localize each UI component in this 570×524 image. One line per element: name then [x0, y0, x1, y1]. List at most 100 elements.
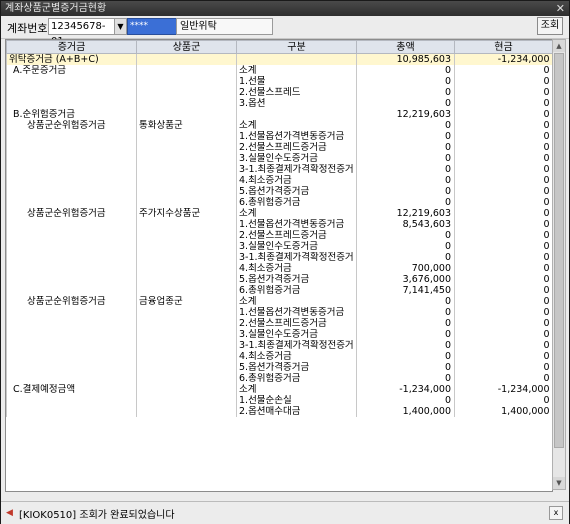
table-row[interactable]: 5.옵션가격증거금 3,676,000 0 [6, 274, 552, 285]
table-row[interactable]: 1.선물순손실 0 0 [6, 395, 552, 406]
table-row[interactable]: 1.선물옵션가격변동증거금 0 0 [6, 131, 552, 142]
cell-cash: 0 [454, 142, 552, 153]
cell-product-group [136, 362, 237, 373]
table-row[interactable]: 3.실물인수도증거금 0 0 [6, 153, 552, 164]
cell-category: 2.선물스프레드증거금 [236, 230, 357, 241]
table-row[interactable]: 6.총위험증거금 0 0 [6, 373, 552, 384]
table-row[interactable]: 5.옵션가격증거금 0 0 [6, 186, 552, 197]
cell-product-group [136, 406, 237, 417]
cell-product-group [136, 186, 237, 197]
cell-category: 3.옵션 [236, 98, 357, 109]
table-row[interactable]: 3.옵션 0 0 [6, 98, 552, 109]
cell-category: 3.실물인수도증거금 [236, 241, 357, 252]
cell-category: 5.옵션가격증거금 [236, 186, 357, 197]
cell-category: 5.옵션가격증거금 [236, 362, 357, 373]
margin-table: 증거금 상품군 구분 총액 현금 위탁증거금 (A+B+C) 10,985,603… [5, 39, 553, 492]
cell-product-group [136, 384, 237, 395]
cell-cash: 0 [454, 219, 552, 230]
cell-margin-type [6, 252, 137, 263]
table-row[interactable]: 3.실물인수도증거금 0 0 [6, 329, 552, 340]
close-icon[interactable]: ✕ [556, 1, 565, 16]
cell-total: 0 [356, 65, 455, 76]
table-row[interactable]: 1.선물옵션가격변동증거금 0 0 [6, 307, 552, 318]
table-row[interactable]: 1.선물 0 0 [6, 76, 552, 87]
table-row[interactable]: 3-1.최종결제가격확정전증거 0 0 [6, 340, 552, 351]
cell-product-group [136, 285, 237, 296]
cell-margin-type [6, 197, 137, 208]
table-row[interactable]: 4.최소증거금 0 0 [6, 351, 552, 362]
speaker-icon: ◀ [6, 508, 13, 518]
scroll-up-icon[interactable]: ▲ [553, 40, 565, 52]
cell-product-group [136, 65, 237, 76]
table-row[interactable]: 1.선물옵션가격변동증거금 8,543,603 0 [6, 219, 552, 230]
account-dropdown-button[interactable]: ▼ [114, 18, 127, 35]
cell-category: 5.옵션가격증거금 [236, 274, 357, 285]
cell-category: 4.최소증거금 [236, 351, 357, 362]
cell-margin-type: C.결제예정금액 [6, 384, 137, 395]
cell-cash: 0 [454, 296, 552, 307]
cell-margin-type: 상품군순위험증거금 [6, 120, 137, 131]
vertical-scrollbar[interactable]: ▲ ▼ [552, 39, 566, 490]
table-row[interactable]: 3-1.최종결제가격확정전증거 0 0 [6, 164, 552, 175]
cell-category: 소계 [236, 296, 357, 307]
column-header[interactable]: 현금 [454, 40, 552, 54]
scroll-down-icon[interactable]: ▼ [553, 477, 565, 489]
cell-category [236, 109, 357, 120]
table-row[interactable]: 위탁증거금 (A+B+C) 10,985,603 -1,234,000 [6, 53, 552, 65]
table-row[interactable]: 2.선물스프레드증거금 0 0 [6, 230, 552, 241]
account-number-field[interactable]: 12345678-01 [48, 18, 116, 47]
table-row[interactable]: 3.실물인수도증거금 0 0 [6, 241, 552, 252]
column-header[interactable]: 상품군 [136, 40, 237, 54]
table-row[interactable]: 2.옵션매수대금 1,400,000 1,400,000 [6, 406, 552, 417]
cell-total: 10,985,603 [356, 53, 455, 65]
cell-margin-type: 상품군순위험증거금 [6, 296, 137, 307]
cell-category: 1.선물옵션가격변동증거금 [236, 307, 357, 318]
cell-product-group [136, 109, 237, 120]
cell-product-group [136, 76, 237, 87]
cell-margin-type [6, 362, 137, 373]
cell-category: 6.총위험증거금 [236, 285, 357, 296]
cell-total: 0 [356, 175, 455, 186]
table-row[interactable]: 2.선물스프레드 0 0 [6, 87, 552, 98]
table-row[interactable]: 2.선물스프레드증거금 0 0 [6, 142, 552, 153]
table-row[interactable]: 5.옵션가격증거금 0 0 [6, 362, 552, 373]
table-row[interactable]: 3-1.최종결제가격확정전증거 0 0 [6, 252, 552, 263]
status-close-icon[interactable]: x [549, 506, 563, 520]
scroll-thumb[interactable] [554, 53, 564, 448]
cell-total: 0 [356, 329, 455, 340]
cell-category: 2.선물스프레드 [236, 87, 357, 98]
cell-category: 6.총위험증거금 [236, 373, 357, 384]
query-button[interactable]: 조회 [537, 17, 563, 35]
column-header[interactable]: 구분 [236, 40, 357, 54]
cell-total: 0 [356, 87, 455, 98]
table-row[interactable]: 상품군순위험증거금 통화상품군 소계 0 0 [6, 120, 552, 131]
table-row[interactable]: 4.최소증거금 700,000 0 [6, 263, 552, 274]
cell-product-group [136, 142, 237, 153]
table-row[interactable]: A.주문증거금 소계 0 0 [6, 65, 552, 76]
table-row[interactable]: 상품군순위험증거금 주가지수상품군 소계 12,219,603 0 [6, 208, 552, 219]
cell-total: 700,000 [356, 263, 455, 274]
cell-cash: 0 [454, 175, 552, 186]
table-row[interactable]: C.결제예정금액 소계 -1,234,000 -1,234,000 [6, 384, 552, 395]
cell-cash: 0 [454, 395, 552, 406]
cell-margin-type: A.주문증거금 [6, 65, 137, 76]
table-row[interactable]: 6.총위험증거금 7,141,450 0 [6, 285, 552, 296]
table-row[interactable]: B.순위험증거금 12,219,603 0 [6, 109, 552, 120]
cell-product-group [136, 252, 237, 263]
cell-cash: 0 [454, 362, 552, 373]
column-header[interactable]: 총액 [356, 40, 455, 54]
cell-product-group [136, 175, 237, 186]
cell-total: 3,676,000 [356, 274, 455, 285]
title-bar: 계좌상품군별증거금현황 ✕ [1, 1, 569, 16]
cell-category: 3.실물인수도증거금 [236, 153, 357, 164]
cell-category: 1.선물옵션가격변동증거금 [236, 131, 357, 142]
table-row[interactable]: 6.총위험증거금 0 0 [6, 197, 552, 208]
cell-category: 4.최소증거금 [236, 263, 357, 274]
password-field[interactable]: **** [127, 18, 177, 35]
table-row[interactable]: 4.최소증거금 0 0 [6, 175, 552, 186]
column-header[interactable]: 증거금 [6, 40, 137, 54]
table-row[interactable]: 2.선물스프레드증거금 0 0 [6, 318, 552, 329]
chevron-down-icon: ▼ [117, 22, 124, 31]
table-row[interactable]: 상품군순위험증거금 금융업종군 소계 0 0 [6, 296, 552, 307]
cell-product-group [136, 318, 237, 329]
